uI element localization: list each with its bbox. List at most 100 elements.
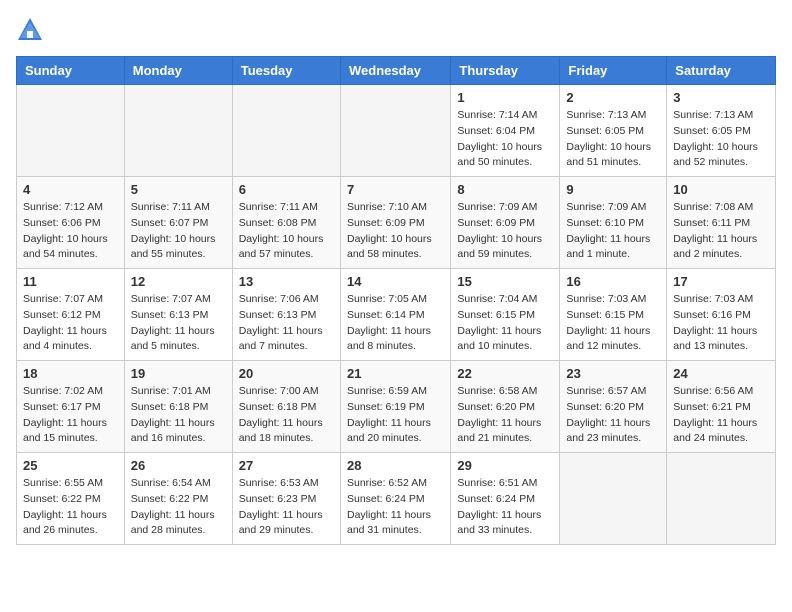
calendar-week-row: 1Sunrise: 7:14 AM Sunset: 6:04 PM Daylig…	[17, 85, 776, 177]
calendar-day-cell	[17, 85, 125, 177]
calendar-day-cell: 22 Sunrise: 6:58 AM Sunset: 6:20 PM Dayli…	[451, 361, 560, 453]
calendar-weekday-header: Tuesday	[232, 57, 340, 85]
day-number: 7	[347, 182, 444, 197]
day-detail: Sunrise: 7:05 AM Sunset: 6:14 PM Dayligh…	[347, 292, 444, 355]
day-detail: Sunrise: 7:10 AM Sunset: 6:09 PM Dayligh…	[347, 200, 444, 263]
calendar-week-row: 18 Sunrise: 7:02 AM Sunset: 6:17 PM Dayli…	[17, 361, 776, 453]
calendar-day-cell: 13 Sunrise: 7:06 AM Sunset: 6:13 PM Dayli…	[232, 269, 340, 361]
day-number: 18	[23, 366, 118, 381]
calendar-weekday-header: Saturday	[667, 57, 776, 85]
calendar-day-cell: 27 Sunrise: 6:53 AM Sunset: 6:23 PM Dayli…	[232, 453, 340, 545]
day-number: 24	[673, 366, 769, 381]
day-detail: Sunrise: 7:01 AM Sunset: 6:18 PM Dayligh…	[131, 384, 226, 447]
calendar-weekday-header: Thursday	[451, 57, 560, 85]
calendar-day-cell: 9Sunrise: 7:09 AM Sunset: 6:10 PM Daylig…	[560, 177, 667, 269]
day-number: 16	[566, 274, 660, 289]
day-number: 5	[131, 182, 226, 197]
day-detail: Sunrise: 6:58 AM Sunset: 6:20 PM Dayligh…	[457, 384, 553, 447]
calendar-day-cell: 26 Sunrise: 6:54 AM Sunset: 6:22 PM Dayli…	[124, 453, 232, 545]
day-detail: Sunrise: 6:59 AM Sunset: 6:19 PM Dayligh…	[347, 384, 444, 447]
day-detail: Sunrise: 7:03 AM Sunset: 6:15 PM Dayligh…	[566, 292, 660, 355]
calendar-week-row: 25Sunrise: 6:55 AM Sunset: 6:22 PM Dayli…	[17, 453, 776, 545]
day-number: 25	[23, 458, 118, 473]
day-number: 4	[23, 182, 118, 197]
day-number: 12	[131, 274, 226, 289]
day-number: 19	[131, 366, 226, 381]
day-number: 2	[566, 90, 660, 105]
day-detail: Sunrise: 7:11 AM Sunset: 6:08 PM Dayligh…	[239, 200, 334, 263]
day-number: 21	[347, 366, 444, 381]
calendar-day-cell: 25Sunrise: 6:55 AM Sunset: 6:22 PM Dayli…	[17, 453, 125, 545]
calendar-day-cell: 12 Sunrise: 7:07 AM Sunset: 6:13 PM Dayli…	[124, 269, 232, 361]
calendar-day-cell	[667, 453, 776, 545]
day-detail: Sunrise: 7:07 AM Sunset: 6:13 PM Dayligh…	[131, 292, 226, 355]
calendar-day-cell	[232, 85, 340, 177]
day-number: 8	[457, 182, 553, 197]
calendar-weekday-header: Friday	[560, 57, 667, 85]
day-detail: Sunrise: 6:54 AM Sunset: 6:22 PM Dayligh…	[131, 476, 226, 539]
calendar-day-cell: 28Sunrise: 6:52 AM Sunset: 6:24 PM Dayli…	[340, 453, 450, 545]
day-number: 28	[347, 458, 444, 473]
day-detail: Sunrise: 6:53 AM Sunset: 6:23 PM Dayligh…	[239, 476, 334, 539]
calendar-weekday-header: Wednesday	[340, 57, 450, 85]
calendar-day-cell	[340, 85, 450, 177]
calendar-day-cell	[560, 453, 667, 545]
calendar-weekday-header: Sunday	[17, 57, 125, 85]
calendar-day-cell: 23 Sunrise: 6:57 AM Sunset: 6:20 PM Dayli…	[560, 361, 667, 453]
calendar-day-cell: 17 Sunrise: 7:03 AM Sunset: 6:16 PM Dayli…	[667, 269, 776, 361]
day-detail: Sunrise: 6:56 AM Sunset: 6:21 PM Dayligh…	[673, 384, 769, 447]
calendar-day-cell: 3Sunrise: 7:13 AM Sunset: 6:05 PM Daylig…	[667, 85, 776, 177]
day-number: 3	[673, 90, 769, 105]
day-number: 1	[457, 90, 553, 105]
logo-icon	[16, 16, 44, 44]
day-number: 11	[23, 274, 118, 289]
day-detail: Sunrise: 7:07 AM Sunset: 6:12 PM Dayligh…	[23, 292, 118, 355]
calendar-header-row: SundayMondayTuesdayWednesdayThursdayFrid…	[17, 57, 776, 85]
day-number: 15	[457, 274, 553, 289]
calendar-day-cell: 16 Sunrise: 7:03 AM Sunset: 6:15 PM Dayli…	[560, 269, 667, 361]
calendar-day-cell: 24 Sunrise: 6:56 AM Sunset: 6:21 PM Dayli…	[667, 361, 776, 453]
day-detail: Sunrise: 7:03 AM Sunset: 6:16 PM Dayligh…	[673, 292, 769, 355]
calendar-day-cell: 8 Sunrise: 7:09 AM Sunset: 6:09 PM Daylig…	[451, 177, 560, 269]
calendar-table: SundayMondayTuesdayWednesdayThursdayFrid…	[16, 56, 776, 545]
day-number: 13	[239, 274, 334, 289]
calendar-week-row: 4 Sunrise: 7:12 AM Sunset: 6:06 PM Daylig…	[17, 177, 776, 269]
day-detail: Sunrise: 7:11 AM Sunset: 6:07 PM Dayligh…	[131, 200, 226, 263]
calendar-day-cell: 10Sunrise: 7:08 AM Sunset: 6:11 PM Dayli…	[667, 177, 776, 269]
calendar-day-cell: 6 Sunrise: 7:11 AM Sunset: 6:08 PM Daylig…	[232, 177, 340, 269]
calendar-day-cell: 19 Sunrise: 7:01 AM Sunset: 6:18 PM Dayli…	[124, 361, 232, 453]
day-detail: Sunrise: 7:04 AM Sunset: 6:15 PM Dayligh…	[457, 292, 553, 355]
day-number: 27	[239, 458, 334, 473]
day-number: 23	[566, 366, 660, 381]
day-detail: Sunrise: 7:09 AM Sunset: 6:09 PM Dayligh…	[457, 200, 553, 263]
day-number: 29	[457, 458, 553, 473]
day-number: 26	[131, 458, 226, 473]
calendar-day-cell: 14 Sunrise: 7:05 AM Sunset: 6:14 PM Dayli…	[340, 269, 450, 361]
calendar-day-cell: 18 Sunrise: 7:02 AM Sunset: 6:17 PM Dayli…	[17, 361, 125, 453]
day-number: 14	[347, 274, 444, 289]
page-header	[16, 16, 776, 44]
day-number: 9	[566, 182, 660, 197]
calendar-day-cell: 11 Sunrise: 7:07 AM Sunset: 6:12 PM Dayli…	[17, 269, 125, 361]
calendar-day-cell: 20Sunrise: 7:00 AM Sunset: 6:18 PM Dayli…	[232, 361, 340, 453]
day-number: 6	[239, 182, 334, 197]
day-number: 10	[673, 182, 769, 197]
day-number: 17	[673, 274, 769, 289]
day-detail: Sunrise: 7:02 AM Sunset: 6:17 PM Dayligh…	[23, 384, 118, 447]
day-detail: Sunrise: 7:12 AM Sunset: 6:06 PM Dayligh…	[23, 200, 118, 263]
calendar-day-cell	[124, 85, 232, 177]
calendar-day-cell: 2 Sunrise: 7:13 AM Sunset: 6:05 PM Daylig…	[560, 85, 667, 177]
calendar-day-cell: 4 Sunrise: 7:12 AM Sunset: 6:06 PM Daylig…	[17, 177, 125, 269]
day-number: 22	[457, 366, 553, 381]
day-detail: Sunrise: 7:13 AM Sunset: 6:05 PM Dayligh…	[566, 108, 660, 171]
day-detail: Sunrise: 6:57 AM Sunset: 6:20 PM Dayligh…	[566, 384, 660, 447]
day-detail: Sunrise: 7:06 AM Sunset: 6:13 PM Dayligh…	[239, 292, 334, 355]
calendar-day-cell: 29 Sunrise: 6:51 AM Sunset: 6:24 PM Dayli…	[451, 453, 560, 545]
day-number: 20	[239, 366, 334, 381]
calendar-day-cell: 15 Sunrise: 7:04 AM Sunset: 6:15 PM Dayli…	[451, 269, 560, 361]
calendar-day-cell: 7 Sunrise: 7:10 AM Sunset: 6:09 PM Daylig…	[340, 177, 450, 269]
calendar-day-cell: 5 Sunrise: 7:11 AM Sunset: 6:07 PM Daylig…	[124, 177, 232, 269]
day-detail: Sunrise: 6:51 AM Sunset: 6:24 PM Dayligh…	[457, 476, 553, 539]
calendar-day-cell: 1Sunrise: 7:14 AM Sunset: 6:04 PM Daylig…	[451, 85, 560, 177]
logo	[16, 16, 46, 44]
